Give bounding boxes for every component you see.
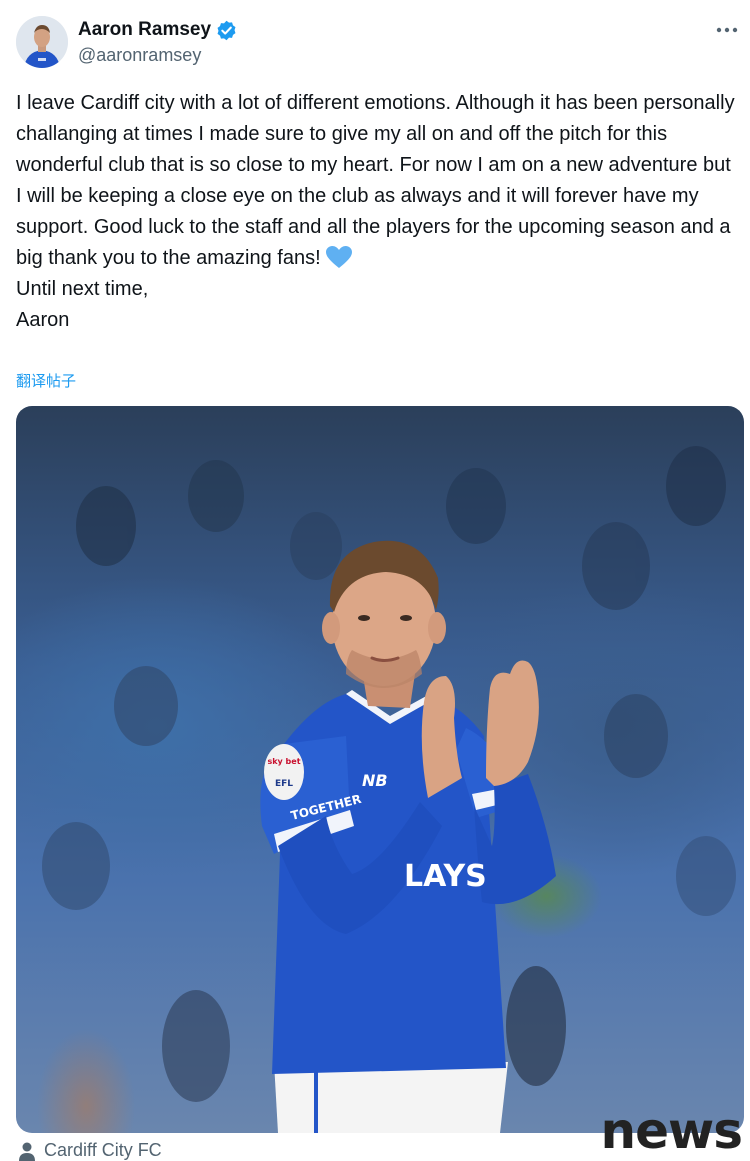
signature: Aaron xyxy=(16,309,70,331)
news-watermark: news xyxy=(600,1102,743,1160)
author-handle[interactable]: @aaronramsey xyxy=(78,45,201,66)
tweet-photo[interactable]: sky bet EFL TOGETHER NB LAYS xyxy=(16,406,744,1133)
more-options-button[interactable] xyxy=(716,18,738,38)
more-dots-icon xyxy=(716,27,738,33)
player-right-hand xyxy=(486,660,539,786)
verified-badge-icon xyxy=(217,20,236,40)
brand-logo: NB xyxy=(362,771,388,790)
tweet-body: I leave Cardiff city with a lot of diffe… xyxy=(16,88,738,274)
tweet-body-text: I leave Cardiff city with a lot of diffe… xyxy=(16,92,735,269)
photo-credit-label[interactable]: Cardiff City FC xyxy=(44,1140,162,1161)
svg-text:sky bet: sky bet xyxy=(267,757,300,766)
player-clapping-illustration: sky bet EFL TOGETHER NB LAYS xyxy=(42,446,736,1133)
sign-off: Until next time, xyxy=(16,278,149,300)
author-name-row[interactable]: Aaron Ramsey xyxy=(78,19,237,41)
photo-credit[interactable]: Cardiff City FC xyxy=(18,1140,162,1161)
translate-post-link[interactable]: 翻译帖子 xyxy=(16,370,76,391)
avatar[interactable] xyxy=(16,16,68,68)
person-icon xyxy=(19,1142,35,1161)
display-name[interactable]: Aaron Ramsey xyxy=(78,19,211,41)
sponsor-text: LAYS xyxy=(404,859,487,894)
tweet-text: I leave Cardiff city with a lot of diffe… xyxy=(16,88,738,336)
efl-badge: sky bet EFL xyxy=(264,744,304,800)
svg-text:EFL: EFL xyxy=(275,779,293,789)
blue-heart-emoji-icon xyxy=(325,246,352,268)
player-avatar-icon xyxy=(16,16,68,68)
